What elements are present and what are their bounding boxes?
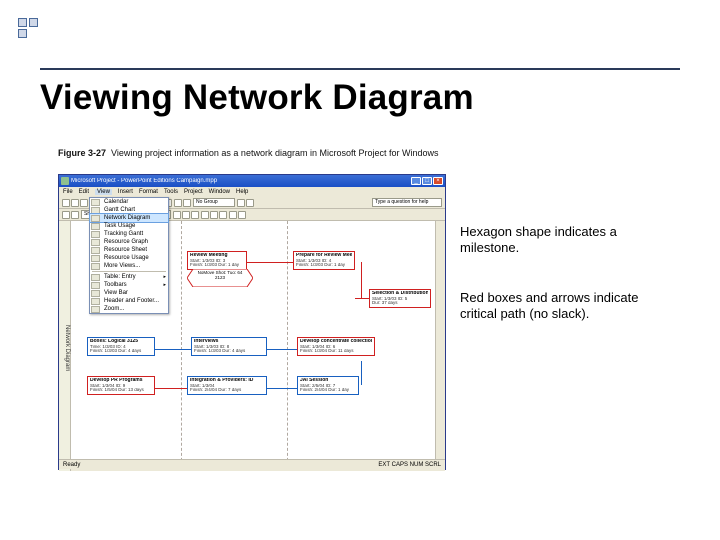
node-review-meeting[interactable]: Review Meeting Start: 1/3/03 ID: 3 Finis… <box>187 251 247 270</box>
app-icon <box>61 177 69 185</box>
node-milestone-hex[interactable]: NoMove Shot: Tuo: 64 2123 <box>187 269 253 287</box>
view-menu-dropdown: CalendarGantt ChartNetwork DiagramTask U… <box>89 197 169 314</box>
connector <box>267 349 297 350</box>
annotation-critical-path: Red boxes and arrows indicate critical p… <box>460 290 670 323</box>
connector <box>361 262 362 298</box>
connector <box>155 349 191 350</box>
menu-help[interactable]: Help <box>236 189 248 195</box>
maximize-button[interactable]: □ <box>422 177 432 185</box>
connector <box>267 388 297 389</box>
align-left-icon[interactable] <box>201 211 209 219</box>
zoom-icon[interactable] <box>246 199 254 207</box>
minimize-button[interactable]: _ <box>411 177 421 185</box>
menu-item-tracking-gantt[interactable]: Tracking Gantt <box>90 230 168 238</box>
menu-item-more-views-[interactable]: More Views... <box>90 262 168 270</box>
connector <box>355 298 369 299</box>
menu-project[interactable]: Project <box>184 189 203 195</box>
menu-item-toolbars[interactable]: Toolbars▸ <box>90 281 168 289</box>
menu-item-header-and-footer-[interactable]: Header and Footer... <box>90 297 168 305</box>
node-selection-distribution[interactable]: Selection & Distribution Start: 1/3/03 I… <box>369 289 431 308</box>
goto-icon[interactable] <box>237 199 245 207</box>
view-bar[interactable]: Network Diagram <box>59 221 71 471</box>
node-prepare-review[interactable]: Prepare for Review Meeting Start: 1/3/03… <box>293 251 355 270</box>
menu-item-zoom-[interactable]: Zoom... <box>90 305 168 313</box>
menu-file[interactable]: File <box>63 189 73 195</box>
menu-item-calendar[interactable]: Calendar <box>90 198 168 206</box>
top-rule <box>40 68 680 70</box>
figure-caption: Figure 3-27 Viewing project information … <box>58 148 439 158</box>
status-right: EXT CAPS NUM SCRL <box>378 462 441 468</box>
slide-title: Viewing Network Diagram <box>40 78 474 118</box>
outdent2-icon[interactable] <box>62 211 70 219</box>
menu-item-resource-sheet[interactable]: Resource Sheet <box>90 246 168 254</box>
corner-decoration <box>18 18 40 40</box>
menu-insert[interactable]: Insert <box>118 189 133 195</box>
outdent-icon[interactable] <box>183 199 191 207</box>
filter-icon[interactable] <box>229 211 237 219</box>
indent2-icon[interactable] <box>71 211 79 219</box>
node-develop-pr[interactable]: Develop PR Programs Start: 1/3/04 ID: 9 … <box>87 376 155 395</box>
menu-item-table-entry[interactable]: Table: Entry▸ <box>90 273 168 281</box>
menu-item-resource-graph[interactable]: Resource Graph <box>90 238 168 246</box>
titlebar: Microsoft Project - PowerPoint Editions … <box>59 175 445 187</box>
menu-tools[interactable]: Tools <box>164 189 178 195</box>
annotation-hexagon: Hexagon shape indicates a milestone. <box>460 224 660 257</box>
align-center-icon[interactable] <box>210 211 218 219</box>
menu-item-view-bar[interactable]: View Bar <box>90 289 168 297</box>
connector <box>361 361 362 385</box>
italic-icon[interactable] <box>182 211 190 219</box>
statusbar: Ready EXT CAPS NUM SCRL <box>59 459 445 469</box>
menu-format[interactable]: Format <box>139 189 158 195</box>
help-search[interactable]: Type a question for help <box>372 198 442 207</box>
menu-item-task-usage[interactable]: Task Usage <box>90 222 168 230</box>
align-right-icon[interactable] <box>219 211 227 219</box>
node-integration[interactable]: Integration & Providers: ID Start: 1/3/0… <box>187 376 267 395</box>
open-icon[interactable] <box>71 199 79 207</box>
underline-icon[interactable] <box>191 211 199 219</box>
connector <box>155 388 191 389</box>
window-title: Microsoft Project - PowerPoint Editions … <box>71 178 411 184</box>
menu-edit[interactable]: Edit <box>79 189 89 195</box>
save-icon[interactable] <box>80 199 88 207</box>
autofilter-icon[interactable] <box>238 211 246 219</box>
bold-icon[interactable] <box>173 211 181 219</box>
group-combo[interactable]: No Group <box>193 198 235 207</box>
node-interviews[interactable]: Interviews Start: 1/3/03 ID: 8 Finish: 1… <box>191 337 267 356</box>
node-develop-cc[interactable]: Develop concentrate collection Start: 1/… <box>297 337 375 356</box>
node-boxes-logical[interactable]: Boxes: Logical 3125 Time: 1/3/03 ID: 4 F… <box>87 337 155 356</box>
close-button[interactable]: × <box>433 177 443 185</box>
menubar: File Edit View Insert Format Tools Proje… <box>59 187 445 197</box>
new-icon[interactable] <box>62 199 70 207</box>
menu-item-resource-usage[interactable]: Resource Usage <box>90 254 168 262</box>
connector <box>247 262 293 263</box>
menu-window[interactable]: Window <box>209 189 230 195</box>
scrollbar-vertical[interactable] <box>435 221 445 461</box>
node-jai-session[interactable]: JAI Session Start: 2/5/04 ID: 7 Finish: … <box>297 376 359 395</box>
msproject-window: Microsoft Project - PowerPoint Editions … <box>58 174 446 470</box>
indent-icon[interactable] <box>174 199 182 207</box>
menu-view[interactable]: View <box>95 189 112 195</box>
status-left: Ready <box>63 462 80 468</box>
